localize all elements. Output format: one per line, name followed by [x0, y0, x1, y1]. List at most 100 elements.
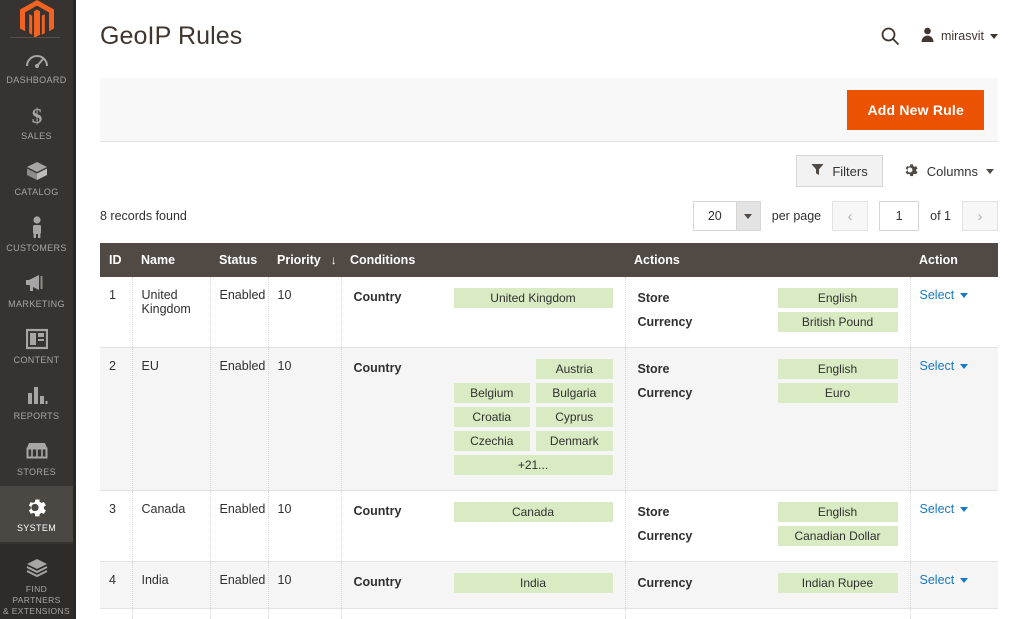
column-header-status[interactable]: Status: [210, 243, 268, 277]
sidebar-item-stores[interactable]: STORES: [0, 430, 73, 486]
table-row[interactable]: 2EUEnabled10Country.AustriaBelgiumBulgar…: [100, 348, 998, 491]
sidebar-item-catalog[interactable]: CATALOG: [0, 150, 73, 206]
cell-status: Enabled: [210, 491, 268, 562]
row-action-label: Select: [920, 502, 955, 516]
sidebar-item-marketing[interactable]: MARKETING: [0, 262, 73, 318]
column-header-label: Conditions: [350, 253, 415, 267]
user-menu[interactable]: mirasvit: [920, 27, 998, 46]
action-values: Indian Rupee: [778, 573, 898, 597]
per-page-dropdown-arrow[interactable]: [736, 202, 760, 230]
value-tag: India: [454, 573, 613, 593]
sidebar-item-content[interactable]: CONTENT: [0, 318, 73, 374]
condition-tags: India: [454, 573, 613, 597]
chevron-down-icon: [960, 293, 968, 298]
admin-page: DASHBOARD $ SALES CATALOG CUSTOMERS MARK…: [0, 0, 1024, 619]
sidebar-item-sales[interactable]: $ SALES: [0, 94, 73, 150]
cell-priority: 10: [268, 348, 341, 491]
row-action-select[interactable]: Select: [920, 502, 969, 516]
row-action-select[interactable]: Select: [920, 359, 969, 373]
column-header-priority[interactable]: Priority↓: [268, 243, 341, 277]
gear-icon: [25, 495, 48, 519]
cell-id: 5: [100, 609, 132, 619]
header-actions: mirasvit: [880, 26, 998, 46]
columns-label: Columns: [927, 164, 978, 179]
next-page-button[interactable]: ›: [962, 201, 998, 231]
cell-id: 2: [100, 348, 132, 491]
row-action-select[interactable]: Select: [920, 573, 969, 587]
columns-button[interactable]: Columns: [899, 155, 998, 188]
bar-chart-icon: [26, 383, 48, 407]
row-action-select[interactable]: Select: [920, 288, 969, 302]
prev-page-button[interactable]: ‹: [832, 201, 868, 231]
value-tag: Czechia: [454, 431, 531, 451]
cell-status: Enabled: [210, 348, 268, 491]
column-header-id[interactable]: ID: [100, 243, 132, 277]
value-tag: British Pound: [778, 312, 898, 332]
page-title: GeoIP Rules: [100, 22, 242, 51]
sidebar-item-dashboard[interactable]: DASHBOARD: [0, 38, 73, 94]
cell-action: Select: [910, 348, 998, 491]
filters-label: Filters: [832, 164, 867, 179]
action-key: Store: [638, 288, 778, 305]
value-tag: Belgium: [454, 383, 531, 403]
cell-action: Select: [910, 562, 998, 609]
records-count: 8 records found: [100, 209, 187, 223]
sidebar-item-system[interactable]: SYSTEM: [0, 486, 73, 542]
column-header-conditions[interactable]: Conditions: [341, 243, 625, 277]
table-row[interactable]: 1United KingdomEnabled10CountryUnited Ki…: [100, 277, 998, 348]
sidebar-item-reports[interactable]: REPORTS: [0, 374, 73, 430]
cell-conditions: CountryCanada: [341, 491, 625, 562]
page-number-input[interactable]: 1: [879, 201, 919, 231]
table-body: 1United KingdomEnabled10CountryUnited Ki…: [100, 277, 998, 619]
main-sidebar: DASHBOARD $ SALES CATALOG CUSTOMERS MARK…: [0, 0, 76, 619]
grid-container: ID NameStatusPriority↓ Conditions Actions Ac…: [100, 243, 998, 619]
cell-name: Canada: [132, 491, 210, 562]
per-page-select[interactable]: 20: [693, 201, 761, 231]
filters-button[interactable]: Filters: [796, 155, 882, 187]
action-key: Currency: [638, 383, 778, 400]
row-action-label: Select: [920, 573, 955, 587]
value-tag: Cyprus: [536, 407, 613, 427]
column-header-actions[interactable]: Actions: [625, 243, 910, 277]
svg-text:$: $: [31, 104, 42, 126]
condition-label: Country: [354, 359, 454, 375]
user-name: mirasvit: [941, 29, 984, 43]
magento-logo[interactable]: [0, 0, 73, 38]
action-values: English: [778, 359, 898, 383]
sidebar-item-label: DASHBOARD: [6, 75, 66, 86]
sidebar-item-customers[interactable]: CUSTOMERS: [0, 206, 73, 262]
column-header-label: Action: [919, 253, 958, 267]
sidebar-item-find-partners[interactable]: FIND PARTNERS & EXTENSIONS: [0, 544, 73, 619]
cell-priority: 10: [268, 277, 341, 348]
dollar-icon: $: [26, 103, 48, 127]
sidebar-item-label: REPORTS: [14, 411, 60, 422]
page-total-label: of 1: [930, 209, 951, 223]
table-row[interactable]: 3CanadaEnabled10CountryCanadaStoreEnglis…: [100, 491, 998, 562]
condition-label: Country: [354, 502, 454, 518]
column-header-name[interactable]: Name: [132, 243, 210, 277]
condition-label: Country: [354, 288, 454, 304]
action-values: English: [778, 288, 898, 312]
table-header-row: ID NameStatusPriority↓ Conditions Actions Ac…: [100, 243, 998, 277]
dashboard-icon: [25, 47, 49, 71]
cell-status: Enabled: [210, 562, 268, 609]
cell-actions: CurrencyIndian Rupee: [625, 562, 910, 609]
cell-id: 3: [100, 491, 132, 562]
grid-toolbar: Filters Columns: [100, 156, 998, 186]
condition-label: Country: [354, 573, 454, 589]
value-tag: +21...: [454, 455, 613, 475]
sidebar-item-label: CATALOG: [14, 187, 58, 198]
action-key: Currency: [638, 312, 778, 329]
chevron-down-icon: [986, 169, 994, 174]
column-header-action[interactable]: Action: [910, 243, 998, 277]
cell-action: Select: [910, 609, 998, 619]
sidebar-item-label-line1: FIND PARTNERS: [2, 584, 71, 606]
cell-id: 4: [100, 562, 132, 609]
table-row[interactable]: 5BrazilEnabled10CountryBrazilStoreBrazil…: [100, 609, 998, 619]
search-icon[interactable]: [880, 26, 900, 46]
table-row[interactable]: 4IndiaEnabled10CountryIndiaCurrencyIndia…: [100, 562, 998, 609]
column-header-label: ID: [109, 253, 122, 267]
add-new-rule-button[interactable]: Add New Rule: [847, 90, 984, 130]
sidebar-item-label: MARKETING: [8, 299, 65, 310]
sidebar-item-label: STORES: [17, 467, 56, 478]
